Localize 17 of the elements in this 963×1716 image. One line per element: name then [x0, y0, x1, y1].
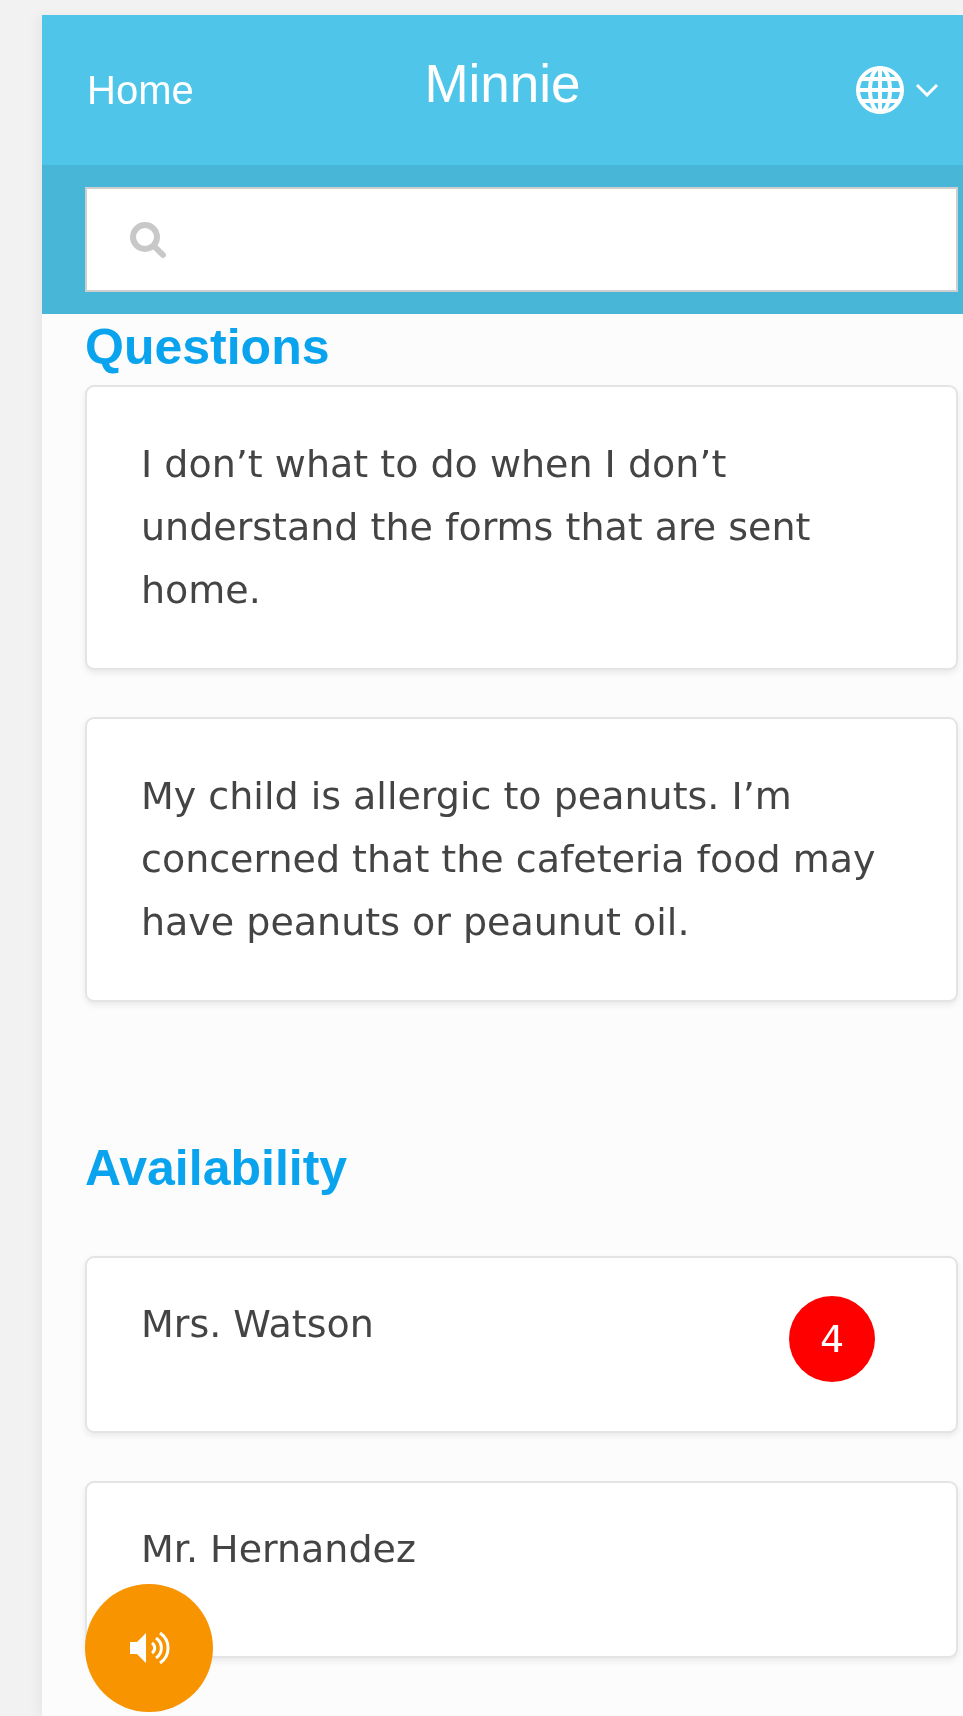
language-button[interactable] [855, 65, 939, 115]
teacher-card[interactable]: Mr. Hernandez [85, 1481, 958, 1658]
teacher-name: Mr. Hernandez [141, 1527, 417, 1571]
search-field[interactable] [85, 187, 958, 292]
globe-icon [855, 65, 905, 115]
speaker-icon [128, 1630, 170, 1666]
question-card[interactable]: I don’t what to do when I don’t understand the forms that are sent home. [85, 385, 958, 670]
teacher-card[interactable]: Mrs. Watson 4 [85, 1256, 958, 1433]
question-text: My child is allergic to peanuts. I’m concerned that the cafeteria food may have peanuts or peaunut oil. [141, 773, 877, 946]
section-heading: Availability [85, 1139, 349, 1198]
chevron-down-icon [915, 83, 939, 97]
teacher-name: Mrs. Watson [141, 1302, 375, 1346]
question-text: I don’t what to do when I don’t understand the forms that are sent home. [141, 441, 812, 614]
question-card[interactable]: My child is allergic to peanuts. I’m concerned that the cafeteria food may have peanuts or peaunut oil. [85, 717, 958, 1002]
count-badge: 4 [789, 1296, 875, 1382]
section-heading: Questions [85, 318, 331, 377]
app-title: Minnie [424, 54, 581, 113]
